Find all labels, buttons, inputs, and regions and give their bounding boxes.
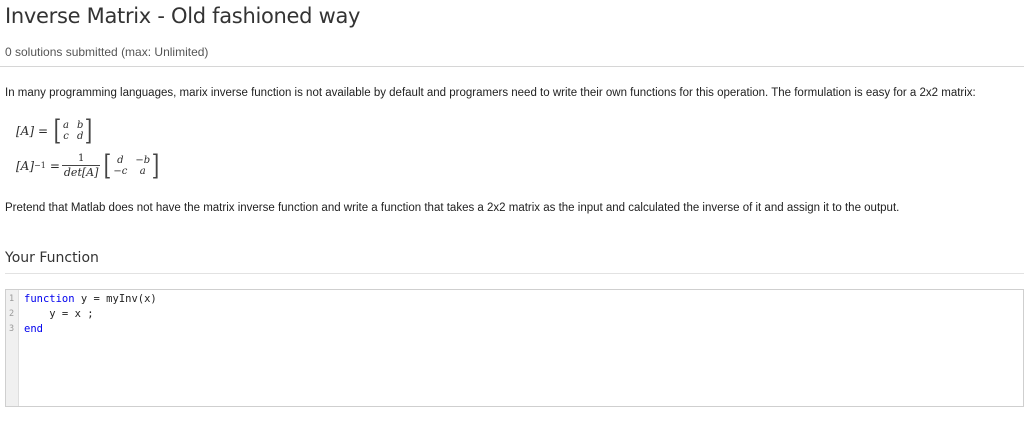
fraction-numerator: 1 — [77, 153, 85, 164]
problem-task: Pretend that Matlab does not have the ma… — [5, 202, 900, 214]
entry-c: c — [63, 131, 69, 142]
page-title: Inverse Matrix - Old fashioned way — [5, 4, 361, 28]
matrix-symbol: [A] — [16, 159, 35, 173]
equals-sign: = — [38, 124, 49, 138]
inverse-exponent: −1 — [34, 160, 46, 170]
entry-d: d — [117, 155, 124, 166]
section-divider — [5, 273, 1024, 274]
entry-b: b — [77, 120, 84, 131]
left-bracket: [ — [53, 114, 62, 147]
entry-neg-c: −c — [113, 166, 128, 177]
line-number: 3 — [8, 324, 15, 334]
fraction-denominator: det[A] — [61, 165, 101, 179]
submission-count: 0 solutions submitted (max: Unlimited) — [5, 45, 209, 59]
code-editor[interactable]: 1 function y = myInv(x) 2 y = x ; 3 end — [5, 289, 1024, 407]
keyword-end: end — [24, 323, 43, 335]
adjugate-matrix-entries: d −b −c a — [113, 155, 150, 177]
matrix-definition-equation: [A] = [ a b c d ] — [16, 116, 94, 146]
entry-d: d — [77, 131, 84, 142]
inverse-formula-equation: [A] −1 = 1 det[A] [ d −b −c a ] — [16, 148, 161, 184]
keyword-function: function — [24, 293, 75, 305]
right-bracket: ] — [85, 114, 93, 147]
entry-a: a — [63, 120, 69, 131]
entry-a: a — [139, 166, 146, 177]
right-bracket: ] — [151, 149, 160, 182]
equals-sign: = — [49, 159, 60, 173]
header-divider — [0, 66, 1024, 67]
code-text: y = x ; — [24, 308, 94, 320]
section-title: Your Function — [5, 250, 99, 266]
matrix-entries: a b c d — [63, 120, 83, 142]
entry-neg-b: −b — [135, 155, 151, 166]
code-line[interactable]: 1 function y = myInv(x) — [6, 292, 1023, 307]
left-bracket: [ — [104, 149, 112, 182]
line-number: 1 — [8, 294, 15, 304]
code-line[interactable]: 3 end — [6, 322, 1023, 337]
determinant-fraction: 1 det[A] — [61, 153, 101, 179]
code-line[interactable]: 2 y = x ; — [6, 307, 1023, 322]
matrix-symbol: [A] — [16, 124, 35, 138]
code-text: y = myInv(x) — [74, 293, 157, 305]
line-number: 2 — [8, 309, 15, 319]
problem-intro: In many programming languages, marix inv… — [5, 87, 976, 99]
